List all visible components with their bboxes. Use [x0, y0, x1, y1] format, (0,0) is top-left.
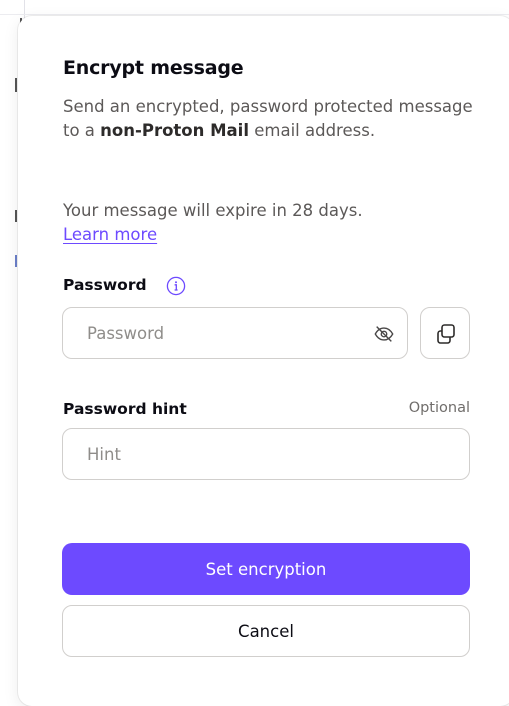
- info-circle-icon[interactable]: [166, 276, 186, 296]
- password-hint-label: Password hint: [63, 400, 187, 418]
- modal-description: Send an encrypted, password protected me…: [63, 95, 473, 143]
- background-mark: [15, 255, 17, 267]
- modal-title: Encrypt message: [63, 57, 244, 79]
- password-field: [62, 307, 408, 359]
- description-text-end: email address.: [249, 121, 376, 140]
- cancel-button[interactable]: Cancel: [62, 605, 470, 657]
- eye-slash-icon[interactable]: [373, 323, 395, 345]
- copy-password-button[interactable]: [420, 307, 470, 359]
- set-encryption-button[interactable]: Set encryption: [62, 543, 470, 595]
- copy-icon: [437, 324, 455, 344]
- expiry-notice: Your message will expire in 28 days. Lear…: [63, 199, 473, 247]
- learn-more-link[interactable]: Learn more: [63, 225, 157, 244]
- password-hint-field: [62, 428, 470, 480]
- expiry-text: Your message will expire in 28 days.: [63, 201, 363, 220]
- password-hint-input[interactable]: [63, 429, 469, 479]
- description-bold: non-Proton Mail: [100, 121, 249, 140]
- password-input[interactable]: [63, 308, 407, 358]
- background-mark: [15, 78, 17, 92]
- encrypt-message-modal: Encrypt message Send an encrypted, passw…: [18, 16, 509, 706]
- background-divider: [0, 14, 509, 15]
- password-label: Password: [63, 276, 147, 294]
- optional-label: Optional: [408, 400, 470, 416]
- background-mark: [15, 210, 17, 222]
